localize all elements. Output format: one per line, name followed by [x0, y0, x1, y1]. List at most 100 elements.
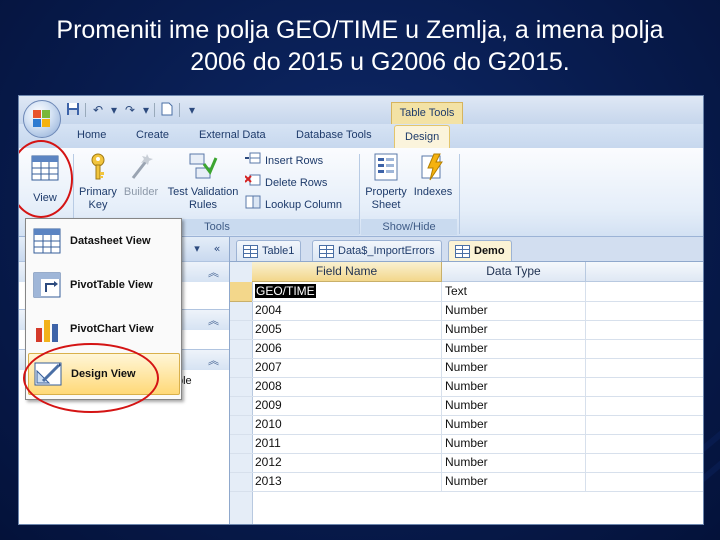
lightning-index-icon	[420, 152, 446, 182]
field-name-cell[interactable]: GEO/TIME	[252, 282, 442, 301]
tab-external-data[interactable]: External Data	[199, 129, 266, 141]
save-icon[interactable]	[65, 102, 81, 118]
field-row[interactable]: 2010 Number	[252, 415, 703, 435]
description-cell[interactable]	[586, 339, 703, 358]
property-sheet-button[interactable]: Property Sheet	[363, 152, 409, 212]
field-name-cell[interactable]: 2010	[252, 415, 442, 434]
field-name-text: 2007	[255, 360, 282, 374]
doc-tab-label: Table1	[262, 245, 295, 257]
row-selector[interactable]	[230, 415, 252, 435]
indexes-button[interactable]: Indexes	[411, 152, 455, 199]
field-name-cell[interactable]: 2008	[252, 377, 442, 396]
data-type-cell[interactable]: Number	[442, 453, 586, 472]
doc-tab-data-import-errors[interactable]: Data$_ImportErrors	[312, 240, 442, 261]
builder-button[interactable]: Builder	[121, 152, 161, 199]
data-type-cell[interactable]: Number	[442, 396, 586, 415]
row-selector[interactable]	[230, 301, 252, 321]
lookup-column-button[interactable]: Lookup Column	[245, 195, 342, 214]
description-cell[interactable]	[586, 396, 703, 415]
tab-home[interactable]: Home	[77, 129, 106, 141]
table-tools-context-tab: Table Tools	[391, 102, 463, 125]
chevron-down-icon[interactable]: ▾	[142, 102, 150, 118]
chevron-down-icon[interactable]: ▾	[110, 102, 118, 118]
field-name-cell[interactable]: 2005	[252, 320, 442, 339]
ribbon-tabs: Home Create External Data Database Tools…	[19, 124, 703, 150]
row-selector[interactable]	[230, 377, 252, 397]
column-header-data-type[interactable]: Data Type	[442, 262, 586, 282]
pivot-table-icon	[32, 270, 62, 300]
row-selector[interactable]	[230, 434, 252, 454]
menu-item-pivotchart-view[interactable]: PivotChart View	[28, 309, 178, 349]
field-name-cell[interactable]: 2009	[252, 396, 442, 415]
tab-database-tools[interactable]: Database Tools	[296, 129, 372, 141]
row-selector[interactable]	[230, 339, 252, 359]
menu-item-datasheet-view[interactable]: Datasheet View	[28, 221, 178, 261]
insert-rows-button[interactable]: Insert Rows	[245, 152, 323, 170]
row-selector[interactable]	[230, 472, 252, 492]
field-row[interactable]: GEO/TIME Text	[252, 282, 703, 302]
data-type-cell[interactable]: Number	[442, 339, 586, 358]
row-selector[interactable]	[230, 282, 252, 302]
column-header-field-name[interactable]: Field Name	[252, 262, 442, 282]
table-icon	[243, 244, 258, 258]
test-validation-rules-button[interactable]: Test Validation Rules	[163, 152, 243, 212]
row-selector[interactable]	[230, 396, 252, 416]
data-type-cell[interactable]: Number	[442, 358, 586, 377]
field-name-cell[interactable]: 2012	[252, 453, 442, 472]
field-name-cell[interactable]: 2007	[252, 358, 442, 377]
row-selector[interactable]	[230, 320, 252, 340]
description-cell[interactable]	[586, 358, 703, 377]
collapse-pane-icon[interactable]: «	[209, 241, 225, 257]
data-type-cell[interactable]: Number	[442, 301, 586, 320]
menu-item-design-view[interactable]: Design View	[28, 353, 180, 395]
tab-create[interactable]: Create	[136, 129, 169, 141]
datasheet-icon	[32, 226, 62, 256]
row-selector[interactable]	[230, 453, 252, 473]
doc-tab-demo[interactable]: Demo	[448, 240, 512, 261]
field-name-cell[interactable]: 2004	[252, 301, 442, 320]
redo-icon[interactable]: ↷	[122, 102, 138, 118]
chevron-down-icon[interactable]: ▾	[189, 241, 205, 257]
undo-icon[interactable]: ↶	[90, 102, 106, 118]
description-cell[interactable]	[586, 282, 703, 301]
field-row[interactable]: 2008 Number	[252, 377, 703, 397]
qat-separator	[154, 103, 155, 117]
column-header-description[interactable]	[586, 262, 703, 282]
doc-tab-table1[interactable]: Table1	[236, 240, 302, 261]
description-cell[interactable]	[586, 320, 703, 339]
primary-key-button[interactable]: Primary Key	[77, 152, 119, 212]
delete-rows-button[interactable]: Delete Rows	[244, 174, 327, 192]
field-name-cell[interactable]: 2011	[252, 434, 442, 453]
field-name-cell[interactable]: 2006	[252, 339, 442, 358]
description-cell[interactable]	[586, 472, 703, 491]
customize-icon[interactable]: ▾	[184, 102, 200, 118]
data-type-cell[interactable]: Number	[442, 415, 586, 434]
field-row[interactable]: 2011 Number	[252, 434, 703, 454]
data-type-cell[interactable]: Text	[442, 282, 586, 301]
row-selector[interactable]	[230, 358, 252, 378]
description-cell[interactable]	[586, 377, 703, 396]
tab-design[interactable]: Design	[394, 125, 451, 150]
field-row[interactable]: 2009 Number	[252, 396, 703, 416]
view-button[interactable]: View	[25, 154, 65, 205]
property-sheet-label-2: Sheet	[371, 199, 401, 211]
field-row[interactable]: 2004 Number	[252, 301, 703, 321]
field-row[interactable]: 2012 Number	[252, 453, 703, 473]
field-row[interactable]: 2013 Number	[252, 472, 703, 492]
data-type-cell[interactable]: Number	[442, 434, 586, 453]
indexes-label: Indexes	[413, 186, 453, 198]
description-cell[interactable]	[586, 415, 703, 434]
data-type-cell[interactable]: Number	[442, 472, 586, 491]
description-cell[interactable]	[586, 301, 703, 320]
field-name-cell[interactable]: 2013	[252, 472, 442, 491]
description-cell[interactable]	[586, 453, 703, 472]
field-row[interactable]: 2006 Number	[252, 339, 703, 359]
menu-item-pivottable-view[interactable]: PivotTable View	[28, 265, 178, 305]
new-icon[interactable]	[159, 102, 175, 118]
data-type-cell[interactable]: Number	[442, 377, 586, 396]
field-row[interactable]: 2005 Number	[252, 320, 703, 340]
data-type-cell[interactable]: Number	[442, 320, 586, 339]
description-cell[interactable]	[586, 434, 703, 453]
office-button[interactable]	[23, 100, 61, 138]
field-row[interactable]: 2007 Number	[252, 358, 703, 378]
